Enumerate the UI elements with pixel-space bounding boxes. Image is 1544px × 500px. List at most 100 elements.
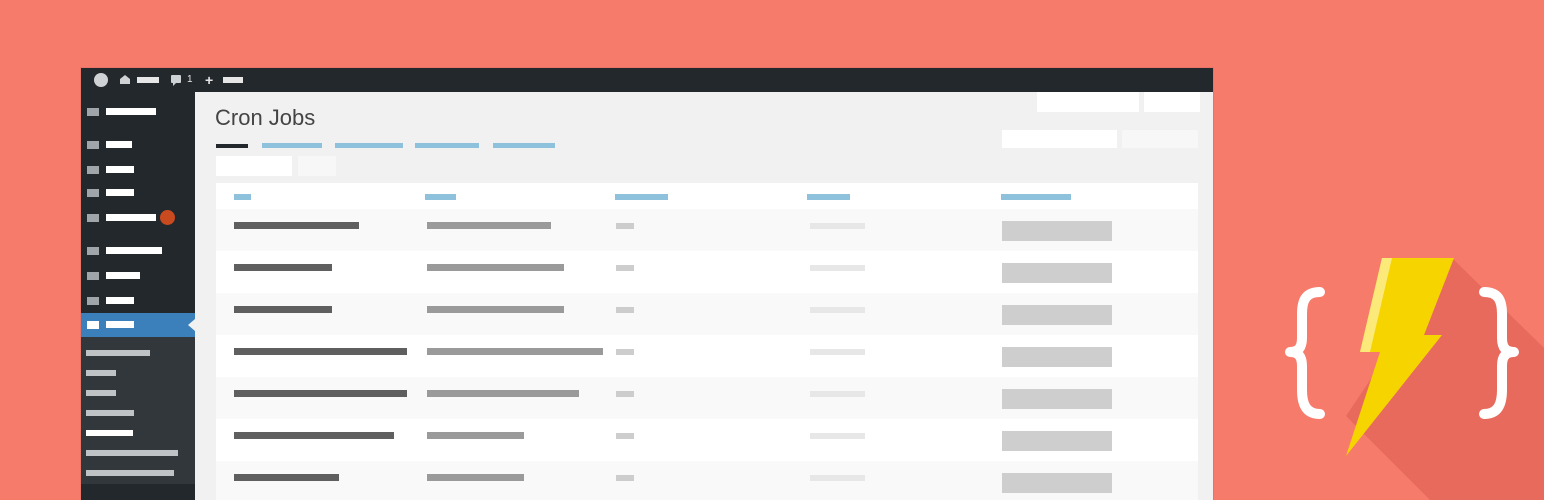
hook-name-link[interactable]: [234, 222, 359, 229]
cell-recurrence: [810, 391, 865, 397]
admin-bar: 1 +: [81, 68, 1213, 92]
screen-options-button[interactable]: [1037, 92, 1139, 112]
sidebar-item[interactable]: [106, 166, 134, 173]
hook-name-link[interactable]: [234, 264, 332, 271]
column-header-actions[interactable]: [1001, 194, 1071, 200]
column-header[interactable]: [425, 194, 456, 200]
cell-next-run: [616, 307, 634, 313]
sidebar-item[interactable]: [106, 247, 162, 254]
row-action-button[interactable]: [1002, 221, 1112, 241]
site-name-link[interactable]: [137, 77, 159, 83]
sidebar-item[interactable]: [106, 214, 156, 221]
browser-window: 1 + Cron Jobs: [81, 68, 1213, 500]
sidebar-submenu: [81, 337, 195, 484]
cell-recurrence: [810, 307, 865, 313]
submenu-item-cron-jobs[interactable]: [86, 430, 133, 436]
sidebar-item[interactable]: [106, 297, 134, 304]
current-indicator-arrow: [188, 319, 195, 331]
left-brace-icon: [1285, 287, 1325, 419]
cell-next-run: [616, 349, 634, 355]
sidebar-item[interactable]: [106, 189, 134, 196]
sidebar-item[interactable]: [106, 141, 132, 148]
search-input[interactable]: [1002, 130, 1117, 148]
help-button[interactable]: [1144, 92, 1200, 112]
sidebar-item-dashboard[interactable]: [106, 108, 156, 115]
cell-arguments: [427, 348, 603, 355]
hook-name-link[interactable]: [234, 390, 407, 397]
sidebar-item-label: [106, 321, 134, 328]
cell-arguments: [427, 222, 551, 229]
cell-arguments: [427, 432, 524, 439]
cron-logo: [1285, 258, 1544, 500]
menu-icon: [87, 189, 99, 197]
cell-next-run: [616, 223, 634, 229]
cell-next-run: [616, 391, 634, 397]
main-content: Cron Jobs: [195, 92, 1213, 500]
filter-link[interactable]: [415, 143, 479, 148]
cell-arguments: [427, 390, 579, 397]
sidebar-item-tools[interactable]: [81, 313, 195, 337]
cell-next-run: [616, 265, 634, 271]
hook-name-link[interactable]: [234, 348, 407, 355]
table-row: [216, 251, 1198, 293]
comment-count[interactable]: 1: [187, 73, 193, 87]
submenu-item[interactable]: [86, 390, 116, 396]
filter-link[interactable]: [493, 143, 555, 148]
new-content-link[interactable]: [223, 77, 243, 83]
row-action-button[interactable]: [1002, 389, 1112, 409]
hook-name-link[interactable]: [234, 432, 394, 439]
filter-link[interactable]: [335, 143, 403, 148]
table-row: [216, 335, 1198, 377]
comment-icon[interactable]: [171, 75, 181, 86]
admin-sidebar: [81, 92, 195, 500]
hook-name-link[interactable]: [234, 306, 332, 313]
column-header[interactable]: [807, 194, 850, 200]
wordpress-icon[interactable]: [94, 73, 108, 87]
plus-icon[interactable]: +: [205, 71, 213, 89]
cell-arguments: [427, 474, 524, 481]
menu-icon: [87, 297, 99, 305]
filter-link-all[interactable]: [216, 144, 248, 148]
menu-icon: [87, 141, 99, 149]
table-header: [216, 183, 1198, 209]
cell-recurrence: [810, 475, 865, 481]
sidebar-item[interactable]: [106, 272, 140, 279]
menu-icon: [87, 214, 99, 222]
table-row: [216, 419, 1198, 461]
cell-recurrence: [810, 433, 865, 439]
table-row: [216, 377, 1198, 419]
menu-icon: [87, 166, 99, 174]
column-header[interactable]: [615, 194, 668, 200]
column-header-hook[interactable]: [234, 194, 251, 200]
submenu-item[interactable]: [86, 470, 174, 476]
cell-next-run: [616, 475, 634, 481]
table-row: [216, 461, 1198, 500]
submenu-item[interactable]: [86, 410, 134, 416]
row-action-button[interactable]: [1002, 473, 1112, 493]
menu-icon: [87, 247, 99, 255]
row-action-button[interactable]: [1002, 263, 1112, 283]
cell-recurrence: [810, 265, 865, 271]
menu-icon: [87, 272, 99, 280]
cell-next-run: [616, 433, 634, 439]
cell-arguments: [427, 264, 564, 271]
menu-icon: [87, 108, 99, 116]
submenu-item[interactable]: [86, 370, 116, 376]
apply-button[interactable]: [298, 156, 336, 176]
row-action-button[interactable]: [1002, 431, 1112, 451]
home-icon[interactable]: [120, 75, 130, 84]
bulk-actions-select[interactable]: [216, 156, 292, 176]
menu-icon: [87, 321, 99, 329]
page-title: Cron Jobs: [215, 105, 316, 130]
table-row: [216, 293, 1198, 335]
submenu-item[interactable]: [86, 350, 150, 356]
filter-link[interactable]: [262, 143, 322, 148]
cell-recurrence: [810, 223, 865, 229]
search-button[interactable]: [1122, 130, 1198, 148]
hook-name-link[interactable]: [234, 474, 339, 481]
row-action-button[interactable]: [1002, 305, 1112, 325]
submenu-item[interactable]: [86, 450, 178, 456]
row-action-button[interactable]: [1002, 347, 1112, 367]
cell-recurrence: [810, 349, 865, 355]
cell-arguments: [427, 306, 564, 313]
